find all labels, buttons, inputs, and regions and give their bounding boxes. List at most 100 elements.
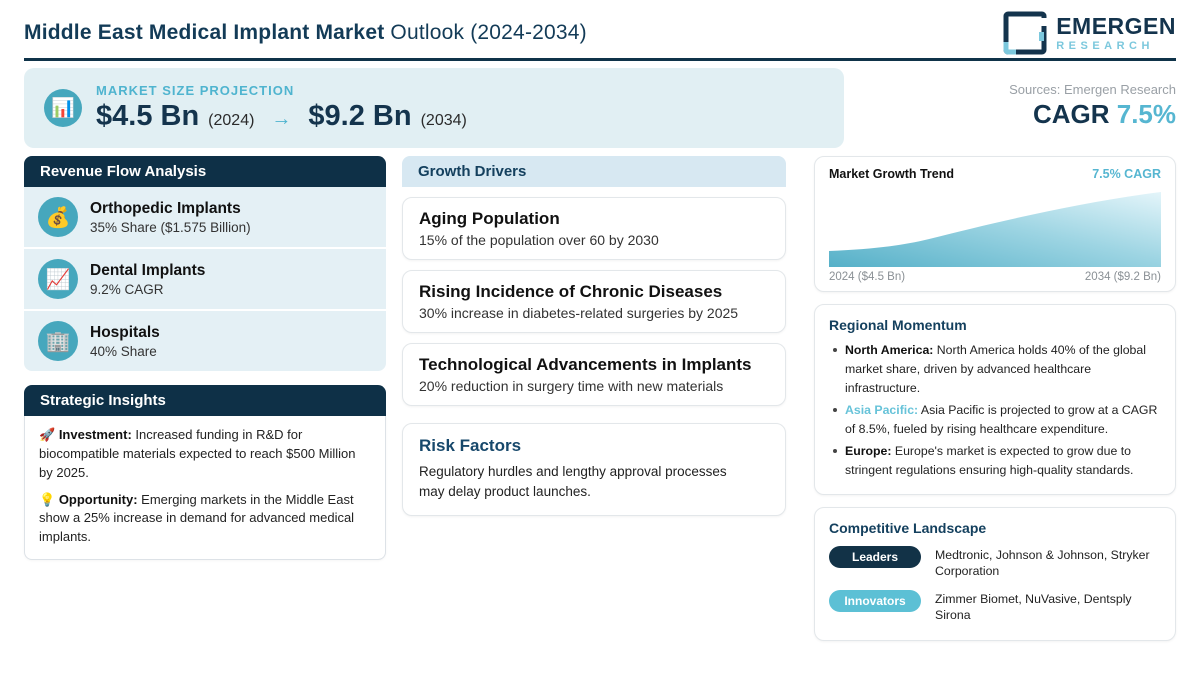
- building-emoji: 🏢: [45, 330, 71, 353]
- banner-text: MARKET SIZE PROJECTION $4.5 Bn (2024) → …: [96, 83, 467, 133]
- innovators-badge: Innovators: [829, 590, 921, 613]
- growth-drivers-header: Growth Drivers: [402, 156, 786, 187]
- cagr-value: 7.5%: [1116, 99, 1176, 129]
- trend-end-label: 2034 ($9.2 Bn): [1084, 271, 1161, 283]
- driver-title: Aging Population: [419, 209, 560, 228]
- right-column: Market Growth Trend 7.5% CAGR 2024 ($4.5: [814, 156, 1176, 642]
- list-item: 💰 Orthopedic Implants 35% Share ($1.575 …: [24, 187, 386, 247]
- bullet-dot: [833, 449, 837, 454]
- driver-title: Rising Incidence of Chronic Diseases: [419, 282, 723, 301]
- driver-title: Technological Advancements in Implants: [419, 355, 752, 374]
- list-item: Europe: Europe's market is expected to g…: [829, 442, 1161, 480]
- leaders-row: Leaders Medtronic, Johnson & Johnson, St…: [829, 546, 1161, 580]
- regional-item-text: Asia Pacific: Asia Pacific is projected …: [845, 401, 1161, 439]
- logo-wordmark: EMERGEN: [1056, 12, 1176, 39]
- emergen-research-logo: EMERGEN RESEARCH: [1002, 10, 1176, 56]
- driver-subtitle: 20% reduction in surgery time with new m…: [419, 378, 724, 394]
- region-lead: North America:: [845, 343, 934, 357]
- competitive-landscape-card: Competitive Landscape Leaders Medtronic,…: [814, 507, 1176, 642]
- arrow-right-icon: →: [271, 108, 292, 130]
- area-chart: [829, 192, 1161, 267]
- risk-factors-text: Regulatory hurdles and lengthy approval …: [419, 464, 727, 499]
- regional-bullet-list: North America: North America holds 40% o…: [829, 341, 1161, 480]
- trend-card-header: Market Growth Trend 7.5% CAGR: [829, 167, 1161, 181]
- cagr-label: CAGR: [1032, 99, 1110, 129]
- building-icon: 🏢: [38, 321, 78, 361]
- competitive-landscape-title: Competitive Landscape: [829, 520, 987, 537]
- left-column: Revenue Flow Analysis 💰 Orthopedic Impla…: [24, 156, 386, 561]
- chart-increasing-icon: 📈: [38, 259, 78, 299]
- rocket-icon: 🚀: [39, 427, 56, 442]
- list-item: 📈 Dental Implants 9.2% CAGR: [24, 247, 386, 309]
- revenue-item-subtitle: 35% Share ($1.575 Billion): [90, 219, 251, 235]
- revenue-item-text: Dental Implants 9.2% CAGR: [90, 262, 205, 297]
- driver-card-tech-advancements: Technological Advancements in Implants 2…: [402, 343, 786, 406]
- page-title: Middle East Medical Implant Market Outlo…: [24, 21, 587, 45]
- bar-chart-emoji: 📊: [51, 98, 75, 119]
- driver-card-aging-population: Aging Population 15% of the population o…: [402, 197, 786, 260]
- trend-start-label: 2024 ($4.5 Bn): [829, 271, 906, 283]
- regional-item-text: North America: North America holds 40% o…: [845, 341, 1161, 398]
- insight-investment: 🚀 Investment: Increased funding in R&D f…: [39, 426, 371, 483]
- bar-chart-icon: 📊: [44, 89, 82, 127]
- top-row: 📊 MARKET SIZE PROJECTION $4.5 Bn (2024) …: [0, 61, 1200, 148]
- region-lead: Asia Pacific:: [845, 403, 919, 418]
- sources-cagr-block: Sources: Emergen Research CAGR 7.5%: [1009, 68, 1176, 130]
- cagr-line: CAGR 7.5%: [1009, 99, 1176, 130]
- main-content: Revenue Flow Analysis 💰 Orthopedic Impla…: [0, 148, 1200, 642]
- revenue-item-text: Orthopedic Implants 35% Share ($1.575 Bi…: [90, 200, 251, 235]
- bullet-dot: [833, 348, 837, 352]
- end-year: (2034): [420, 112, 467, 129]
- bullet-dot: [833, 408, 837, 413]
- end-value: $9.2 Bn: [308, 100, 412, 132]
- insight-lead: Investment:: [58, 427, 132, 442]
- regional-item-text: Europe: Europe's market is expected to g…: [845, 442, 1161, 480]
- money-bag-icon: 💰: [38, 197, 78, 237]
- strategic-insights-card: Strategic Insights 🚀 Investment: Increas…: [24, 385, 386, 561]
- driver-subtitle: 15% of the population over 60 by 2030: [419, 232, 659, 248]
- revenue-item-subtitle: 40% Share: [90, 343, 157, 359]
- logo-text: EMERGEN RESEARCH: [1056, 12, 1176, 52]
- risk-factors-title: Risk Factors: [419, 436, 522, 455]
- strategic-insights-header: Strategic Insights: [24, 385, 386, 416]
- revenue-item-title: Orthopedic Implants: [90, 199, 241, 217]
- money-bag-emoji: 💰: [45, 206, 71, 229]
- revenue-flow-card: Revenue Flow Analysis 💰 Orthopedic Impla…: [24, 156, 386, 371]
- revenue-item-title: Dental Implants: [90, 261, 206, 279]
- lightbulb-icon: 💡: [39, 491, 56, 507]
- middle-column: Growth Drivers Aging Population 15% of t…: [402, 156, 786, 517]
- driver-subtitle: 30% increase in diabetes-related surgeri…: [419, 305, 739, 321]
- trend-title: Market Growth Trend: [829, 167, 955, 181]
- insight-opportunity: 💡 Opportunity: Emerging markets in the M…: [39, 491, 371, 548]
- infographic-page: Middle East Medical Implant Market Outlo…: [0, 0, 1200, 700]
- banner-label: MARKET SIZE PROJECTION: [96, 83, 295, 98]
- trend-axis-labels: 2024 ($4.5 Bn) 2034 ($9.2 Bn): [829, 271, 1161, 283]
- driver-card-chronic-diseases: Rising Incidence of Chronic Diseases 30%…: [402, 270, 786, 333]
- area-chart-series: [829, 192, 1161, 267]
- revenue-item-text: Hospitals 40% Share: [90, 324, 160, 359]
- page-title-bold: Middle East Medical Implant Market: [24, 21, 385, 44]
- header: Middle East Medical Implant Market Outlo…: [0, 0, 1200, 58]
- logo-square-icon: [1003, 11, 1049, 55]
- list-item: North America: North America holds 40% o…: [829, 341, 1161, 398]
- insight-lead: Opportunity:: [58, 491, 138, 507]
- market-growth-trend-card: Market Growth Trend 7.5% CAGR 2024 ($4.5: [814, 156, 1176, 292]
- revenue-item-title: Hospitals: [90, 323, 160, 341]
- market-size-banner: 📊 MARKET SIZE PROJECTION $4.5 Bn (2024) …: [24, 68, 844, 148]
- leaders-badge: Leaders: [829, 546, 921, 569]
- logo-subtitle: RESEARCH: [1056, 39, 1154, 52]
- innovators-row: Innovators Zimmer Biomet, NuVasive, Dent…: [829, 590, 1161, 624]
- banner-values: $4.5 Bn (2024) → $9.2 Bn (2034): [96, 100, 467, 133]
- list-item: 🏢 Hospitals 40% Share: [24, 309, 386, 371]
- revenue-flow-header: Revenue Flow Analysis: [24, 156, 386, 187]
- page-title-rest: Outlook (2024-2034): [384, 21, 587, 44]
- strategic-insights-body: 🚀 Investment: Increased funding in R&D f…: [24, 416, 386, 561]
- regional-momentum-title: Regional Momentum: [829, 317, 967, 333]
- regional-momentum-card: Regional Momentum North America: North A…: [814, 304, 1176, 496]
- list-item: Asia Pacific: Asia Pacific is projected …: [829, 401, 1161, 439]
- start-value: $4.5 Bn: [96, 100, 200, 132]
- innovators-companies: Zimmer Biomet, NuVasive, Dentsply Sirona: [935, 592, 1132, 623]
- leaders-companies: Medtronic, Johnson & Johnson, Stryker Co…: [935, 548, 1150, 579]
- revenue-flow-list: 💰 Orthopedic Implants 35% Share ($1.575 …: [24, 187, 386, 371]
- trend-cagr-badge: 7.5% CAGR: [1092, 167, 1161, 181]
